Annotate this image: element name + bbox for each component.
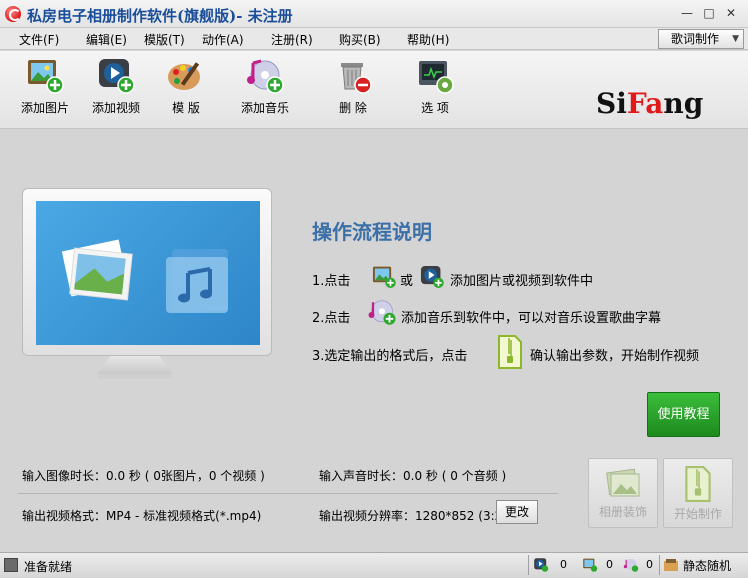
step3-prefix: 3.选定输出的格式后，点击 <box>312 349 468 364</box>
delete-trash-icon <box>341 63 372 94</box>
lyric-make-dropdown[interactable]: 歌词制作 ▼ <box>658 29 744 49</box>
monitor-illustration <box>22 188 272 356</box>
start-make-label: 开始制作 <box>673 507 722 521</box>
add-image-label: 添加图片 <box>20 101 69 115</box>
options-button[interactable]: 选 项 <box>400 57 470 125</box>
add-music-label: 添加音乐 <box>240 101 289 115</box>
close-icon[interactable]: ✕ <box>720 5 742 21</box>
delete-button[interactable]: 删 除 <box>318 57 388 125</box>
step1-or: 或 <box>400 274 414 289</box>
step1-add-image-icon <box>372 266 396 289</box>
menu-buy[interactable]: 购买(B) <box>339 31 381 48</box>
status-audio-icon <box>623 559 639 572</box>
change-resolution-button[interactable]: 更改 <box>496 500 538 524</box>
video-format-text: 输出视频格式：MP4 - 标准视频格式(*.mp4) <box>22 509 262 523</box>
template-palette-icon <box>168 62 200 90</box>
sifang-logo: SiFang <box>596 87 704 120</box>
status-bar: 准备就绪 0 0 0 静态随机 <box>0 552 748 578</box>
status-mode-icon <box>664 559 678 571</box>
album-decorate-label: 相册装饰 <box>598 505 647 519</box>
template-button[interactable]: 模 版 <box>151 57 221 125</box>
template-label: 模 版 <box>172 101 200 115</box>
status-video-icon <box>534 558 549 572</box>
menu-action[interactable]: 动作(A) <box>202 31 244 48</box>
delete-label: 删 除 <box>339 101 367 115</box>
status-divider <box>528 555 529 575</box>
resolution-text: 输出视频分辨率：1280*852 (3:2) <box>319 509 507 523</box>
status-bars-icon <box>4 558 18 572</box>
album-decorate-icon <box>606 468 640 497</box>
step2-add-music-icon <box>368 300 396 325</box>
minimize-icon[interactable]: — <box>676 5 698 21</box>
step1-suffix: 添加图片或视频到软件中 <box>450 274 594 289</box>
video-count: 0 <box>560 558 567 571</box>
howto-title: 操作流程说明 <box>312 220 432 244</box>
step3-start-zip-icon <box>498 335 522 369</box>
tutorial-button[interactable]: 使用教程 <box>647 392 720 437</box>
add-video-icon <box>99 59 135 94</box>
lyric-make-label: 歌词制作 <box>671 32 720 46</box>
status-text: 准备就绪 <box>24 560 73 574</box>
main-panel: 操作流程说明 1.点击 或 添加图片或视频到软件中 2.点击 添加音乐到软件中，… <box>0 130 748 450</box>
status-divider <box>659 555 660 575</box>
menu-template[interactable]: 模版(T) <box>144 31 185 48</box>
monitor-stand-base <box>98 374 172 379</box>
audio-count: 0 <box>646 558 653 571</box>
step3-suffix: 确认输出参数，开始制作视频 <box>530 349 700 364</box>
options-gear-icon <box>419 61 454 94</box>
menu-bar: 文件(F) 编辑(E) 模版(T) 动作(A) 注册(R) 购买(B) 帮助(H… <box>0 28 748 50</box>
add-video-button[interactable]: 添加视频 <box>81 57 151 125</box>
audio-duration-text: 输入声音时长：0.0 秒 ( 0 个音频 ) <box>319 469 507 483</box>
photos-music-illustration-icon <box>61 239 228 313</box>
image-duration-text: 输入图像时长：0.0 秒 ( 0张图片，0 个视频 ) <box>22 469 265 483</box>
info-divider <box>18 493 558 494</box>
add-image-button[interactable]: 添加图片 <box>10 57 80 125</box>
start-make-zip-icon <box>685 466 711 502</box>
options-label: 选 项 <box>421 101 449 115</box>
menu-edit[interactable]: 编辑(E) <box>86 31 127 48</box>
step2-prefix: 2.点击 <box>312 311 351 326</box>
status-image-icon <box>583 558 598 572</box>
maximize-icon[interactable]: □ <box>698 5 720 21</box>
add-music-button[interactable]: 添加音乐 <box>230 57 300 125</box>
monitor-stand <box>97 356 173 374</box>
output-info-panel: 输入图像时长：0.0 秒 ( 0张图片，0 个视频 ) 输入声音时长：0.0 秒… <box>6 452 742 546</box>
title-bar: 私房电子相册制作软件(旗舰版)- 未注册 — □ ✕ <box>0 0 748 28</box>
transition-mode-text[interactable]: 静态随机 <box>683 557 731 574</box>
image-count: 0 <box>606 558 613 571</box>
step1-prefix: 1.点击 <box>312 274 351 289</box>
album-decorate-button[interactable]: 相册装饰 <box>588 458 658 528</box>
add-video-label: 添加视频 <box>91 101 140 115</box>
step2-suffix: 添加音乐到软件中，可以对音乐设置歌曲字幕 <box>401 311 662 326</box>
menu-file[interactable]: 文件(F) <box>19 31 59 48</box>
menu-register[interactable]: 注册(R) <box>271 31 313 48</box>
window-title: 私房电子相册制作软件(旗舰版)- 未注册 <box>27 7 293 25</box>
add-image-icon <box>28 60 64 94</box>
app-logo-icon <box>5 6 21 22</box>
toolbar: 添加图片 添加视频 模 版 添加音乐 删 除 选 项 SiFang <box>0 51 748 129</box>
monitor-screen <box>36 201 260 345</box>
menu-help[interactable]: 帮助(H) <box>407 31 449 48</box>
step1-add-video-icon <box>420 265 444 289</box>
dropdown-arrow-icon: ▼ <box>732 34 739 44</box>
add-music-icon <box>247 59 284 94</box>
start-make-button[interactable]: 开始制作 <box>663 458 733 528</box>
